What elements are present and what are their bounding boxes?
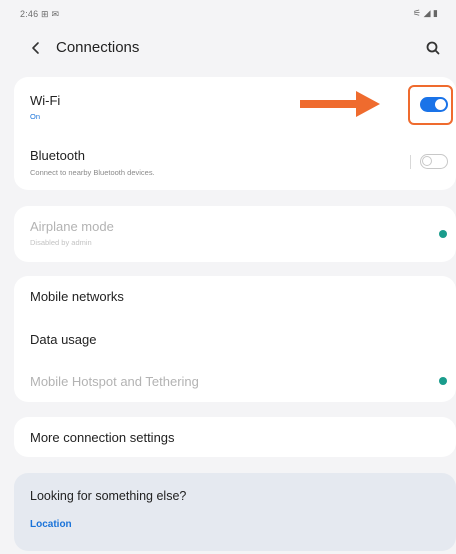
status-icons: ⚟ ◢ ▮ xyxy=(413,8,438,18)
mobile-networks-label: Mobile networks xyxy=(30,289,124,304)
wifi-toggle-highlight xyxy=(408,85,453,125)
toggle-knob xyxy=(422,156,432,166)
hotspot-label: Mobile Hotspot and Tethering xyxy=(30,374,199,389)
connections-card-primary: Wi-Fi On Bluetooth Connect to nearby Blu… xyxy=(14,77,456,190)
mobile-networks-row[interactable]: Mobile networks xyxy=(14,276,456,318)
bluetooth-toggle[interactable] xyxy=(420,154,448,169)
suggestion-card: Looking for something else? Location xyxy=(14,473,456,551)
bluetooth-label: Bluetooth xyxy=(30,148,85,163)
more-connection-settings-row[interactable]: More connection settings xyxy=(14,417,456,457)
airplane-mode-description: Disabled by admin xyxy=(30,238,92,247)
search-button[interactable] xyxy=(420,36,446,60)
location-link[interactable]: Location xyxy=(30,519,72,530)
search-icon xyxy=(426,41,440,55)
status-dot xyxy=(439,230,447,238)
network-card: Mobile networks Data usage Mobile Hotspo… xyxy=(14,276,456,402)
airplane-mode-label: Airplane mode xyxy=(30,219,114,234)
data-usage-label: Data usage xyxy=(30,332,97,347)
arrow-right-icon xyxy=(300,91,380,117)
divider xyxy=(410,155,411,169)
back-button[interactable] xyxy=(24,36,50,60)
airplane-card: Airplane mode Disabled by admin xyxy=(14,206,456,262)
data-usage-row[interactable]: Data usage xyxy=(14,318,456,360)
status-time: 2:46 ⊞ ✉ xyxy=(20,9,60,19)
wifi-label: Wi-Fi xyxy=(30,93,61,108)
wifi-row[interactable]: Wi-Fi On xyxy=(14,77,456,135)
suggestion-title: Looking for something else? xyxy=(30,489,187,503)
hotspot-row[interactable]: Mobile Hotspot and Tethering xyxy=(14,360,456,402)
more-connection-settings-label: More connection settings xyxy=(30,430,175,445)
bluetooth-description: Connect to nearby Bluetooth devices. xyxy=(30,168,155,177)
bluetooth-row[interactable]: Bluetooth Connect to nearby Bluetooth de… xyxy=(14,135,456,190)
page-title: Connections xyxy=(56,39,140,56)
status-bar: 2:46 ⊞ ✉ ⚟ ◢ ▮ xyxy=(0,0,456,28)
more-settings-card: More connection settings xyxy=(14,417,456,457)
chevron-left-icon xyxy=(32,42,39,54)
app-bar: Connections xyxy=(0,28,456,68)
airplane-mode-row[interactable]: Airplane mode Disabled by admin xyxy=(14,206,456,262)
wifi-status: On xyxy=(30,112,41,121)
status-dot xyxy=(439,377,447,385)
